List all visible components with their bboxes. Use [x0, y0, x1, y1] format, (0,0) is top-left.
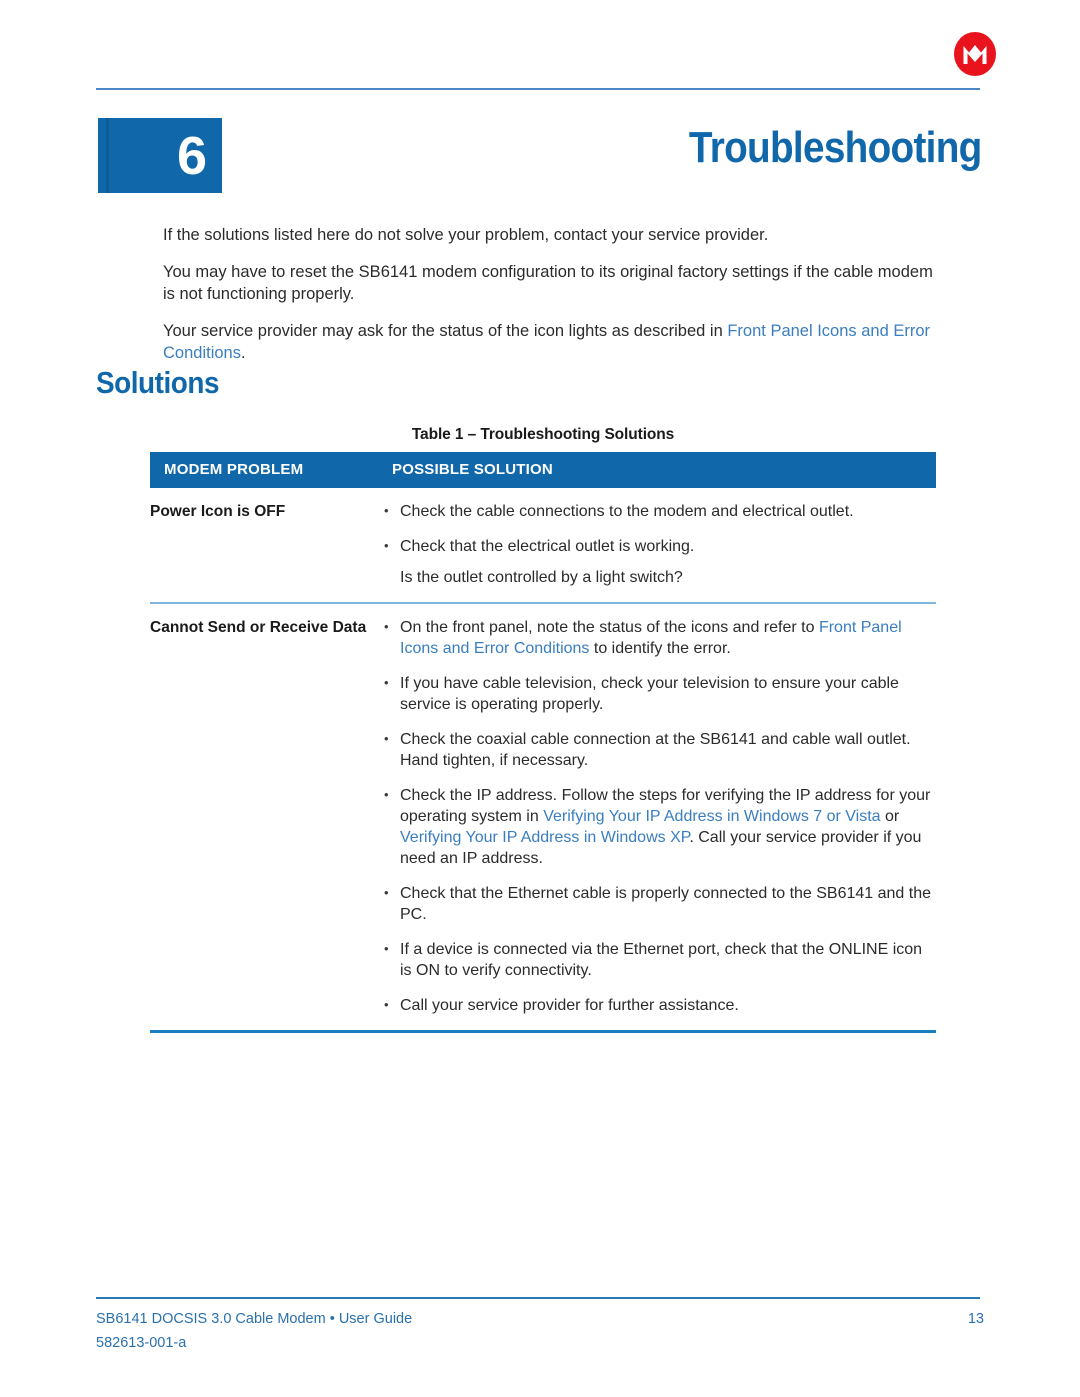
troubleshooting-table-wrapper: Table 1 – Troubleshooting Solutions MODE…	[150, 426, 936, 1033]
solution-text: to identify the error.	[589, 640, 731, 657]
solution-list-item: Is the outlet controlled by a light swit…	[378, 567, 936, 588]
solution-text: Is the outlet controlled by a light swit…	[400, 569, 683, 586]
footer-product-line: SB6141 DOCSIS 3.0 Cable Modem • User Gui…	[96, 1311, 413, 1327]
solution-text: Check that the Ethernet cable is properl…	[400, 885, 932, 923]
solution-list-item: Check that the electrical outlet is work…	[378, 535, 936, 557]
solution-text: If you have cable television, check your…	[400, 675, 899, 713]
intro-paragraph-3: Your service provider may ask for the st…	[163, 320, 949, 364]
intro-section: If the solutions listed here do not solv…	[163, 224, 949, 364]
column-header-modem-problem: MODEM PROBLEM	[150, 452, 378, 488]
table-header-row: MODEM PROBLEM POSSIBLE SOLUTION	[150, 452, 936, 488]
table-header: MODEM PROBLEM POSSIBLE SOLUTION	[150, 452, 936, 488]
footer-page-number: 13	[967, 1311, 984, 1327]
cell-modem-problem: Cannot Send or Receive Data	[150, 603, 378, 1033]
cell-possible-solution: On the front panel, note the status of t…	[378, 603, 936, 1033]
intro-paragraph-3-text: Your service provider may ask for the st…	[163, 322, 728, 340]
solution-list-item: On the front panel, note the status of t…	[378, 616, 936, 659]
cell-possible-solution: Check the cable connections to the modem…	[378, 488, 936, 604]
solution-text: On the front panel, note the status of t…	[400, 619, 819, 636]
table-caption: Table 1 – Troubleshooting Solutions	[411, 426, 675, 443]
page-title: Troubleshooting	[689, 123, 982, 172]
solution-text: or	[880, 808, 900, 825]
solution-text: Check the coaxial cable connection at th…	[400, 731, 911, 769]
intro-paragraph-2: You may have to reset the SB6141 modem c…	[163, 263, 933, 303]
intro-paragraph-3-period: .	[240, 344, 246, 362]
link-cross-reference[interactable]: Verifying Your IP Address in Windows 7 o…	[543, 808, 880, 825]
document-page: 6 Troubleshooting If the solutions liste…	[0, 0, 1080, 1397]
solution-list-item: If you have cable television, check your…	[378, 672, 936, 715]
solution-text: Check the cable connections to the modem…	[400, 503, 854, 520]
solution-list-item: Call your service provider for further a…	[378, 994, 936, 1016]
solution-list: On the front panel, note the status of t…	[378, 616, 936, 1016]
table-row: Power Icon is OFF Check the cable connect…	[150, 488, 936, 604]
solution-list-item: Check the IP address. Follow the steps f…	[378, 784, 936, 869]
header-divider	[96, 88, 980, 90]
chapter-number: 6	[176, 125, 207, 186]
solution-text: Call your service provider for further a…	[400, 997, 739, 1014]
motorola-logo-icon	[945, 30, 1005, 78]
solution-list-item: If a device is connected via the Etherne…	[378, 938, 936, 981]
troubleshooting-table: MODEM PROBLEM POSSIBLE SOLUTION Power Ic…	[150, 452, 936, 1033]
chapter-block-stripe	[106, 118, 109, 193]
cell-modem-problem: Power Icon is OFF	[150, 488, 378, 604]
chapter-number-block: 6	[98, 118, 222, 193]
section-heading-solutions: Solutions	[96, 365, 220, 400]
solution-list-item: Check the cable connections to the modem…	[378, 500, 936, 522]
link-cross-reference[interactable]: Verifying Your IP Address in Windows XP	[400, 829, 689, 846]
solution-text: Check that the electrical outlet is work…	[400, 538, 695, 555]
solution-text: If a device is connected via the Etherne…	[400, 941, 923, 979]
table-row: Cannot Send or Receive Data On the front …	[150, 603, 936, 1033]
column-header-possible-solution: POSSIBLE SOLUTION	[378, 452, 936, 488]
footer-divider	[96, 1297, 980, 1299]
intro-paragraph-1: If the solutions listed here do not solv…	[163, 226, 769, 244]
solution-list: Check the cable connections to the modem…	[378, 500, 936, 588]
footer-doc-number: 582613-001-a	[96, 1335, 187, 1351]
solution-list-item: Check the coaxial cable connection at th…	[378, 728, 936, 771]
solution-list-item: Check that the Ethernet cable is properl…	[378, 882, 936, 925]
table-body: Power Icon is OFF Check the cable connect…	[150, 488, 936, 1033]
